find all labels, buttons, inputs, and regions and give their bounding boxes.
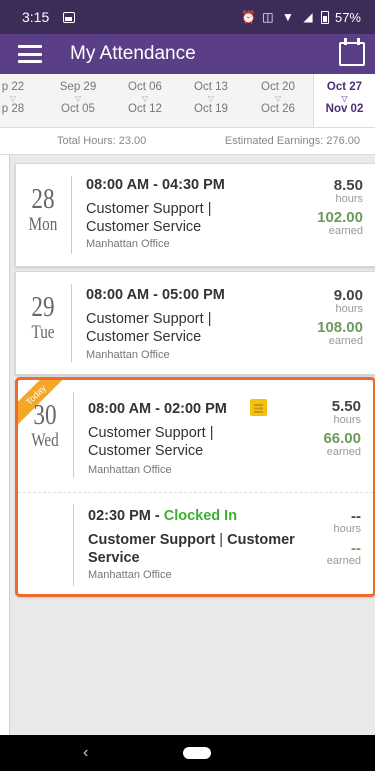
chevron-down-icon: ▽ [341, 94, 348, 103]
clocked-in-status: Clocked In [163, 508, 238, 524]
week-item[interactable]: Oct 06 ▽ Oct 12 [115, 81, 175, 116]
summary-bar: Total Hours: 23.00 Estimated Earnings: 2… [0, 129, 375, 155]
hours-label: hours [335, 303, 363, 315]
divider-line [73, 504, 74, 586]
home-icon[interactable] [183, 747, 211, 759]
earned-value: 102.00 [317, 209, 363, 226]
week-selector: p 22 ▽ p 28 Sep 29 ▽ Oct 05 Oct 06 ▽ Oct 12 Oc… [0, 74, 375, 128]
hours-value: 8.50 [333, 177, 363, 194]
office-name: Manhattan Office [86, 349, 170, 361]
chevron-down-icon: ▽ [207, 94, 215, 103]
day-card-today[interactable]: Today 30 Wed 08:00 AM - 02:00 PM Custome… [15, 377, 375, 597]
hours-label: hours [335, 193, 363, 205]
hours-label: hours [333, 523, 361, 535]
day-name: Tue [31, 322, 55, 343]
image-icon [63, 11, 76, 23]
office-name: Manhattan Office [86, 238, 170, 250]
week-item[interactable]: Oct 20 ▽ Oct 26 [248, 81, 308, 116]
estimated-earnings: Estimated Earnings: 276.00 [224, 135, 360, 147]
earned-value: 66.00 [323, 430, 361, 447]
status-time: 3:15 [22, 9, 50, 25]
job-title: Customer Support | Customer Service [86, 201, 212, 235]
alarm-icon: ⏰ [240, 10, 256, 24]
week-item[interactable]: Oct 13 ▽ Oct 19 [181, 81, 241, 116]
wifi-icon: ▼ [282, 10, 294, 24]
office-name: Manhattan Office [88, 569, 172, 581]
day-number: 29 [31, 291, 55, 323]
week-item[interactable]: p 22 ▽ p 28 [0, 81, 43, 116]
chevron-down-icon: ▽ [74, 94, 82, 103]
calendar-icon[interactable] [339, 38, 365, 66]
app-bar: My Attendance [0, 34, 375, 74]
day-name: Wed [31, 430, 59, 451]
divider-line [73, 392, 74, 478]
earned-label: earned [326, 446, 361, 458]
page-title: My Attendance [70, 43, 196, 64]
date-column: 30 Wed [18, 400, 72, 452]
day-card-29[interactable]: 29 Tue 08:00 AM - 05:00 PM Customer Supp… [15, 271, 375, 375]
day-name: Mon [28, 214, 58, 235]
job-title: Customer Support | Customer Service [88, 425, 214, 459]
earned-value: 108.00 [317, 319, 363, 336]
date-column: 28 Mon [16, 184, 70, 236]
system-nav-bar: ‹ [0, 735, 375, 771]
battery-icon [320, 10, 329, 24]
status-bar: 3:15 ⏰ ◫ ▼ ◢ 57% [0, 0, 375, 34]
signal-icon: ◢ [303, 10, 313, 24]
chevron-down-icon: ▽ [274, 94, 282, 103]
hours-value: 5.50 [331, 398, 361, 415]
battery-percent: 57% [334, 9, 361, 25]
attendance-list: 28 Mon 08:00 AM - 04:30 PM Customer Supp… [9, 155, 375, 735]
chevron-down-icon: ▽ [141, 94, 149, 103]
shift-time: 08:00 AM - 05:00 PM [86, 287, 225, 303]
note-icon[interactable] [250, 399, 267, 416]
hours-label: hours [333, 414, 361, 426]
job-title: Customer Support | Customer Service [88, 532, 295, 566]
shift-time-open: 02:30 PM - Clocked In [88, 508, 238, 524]
back-icon[interactable]: ‹ [83, 744, 88, 762]
earned-label: earned [328, 225, 363, 237]
chevron-down-icon: ▽ [9, 94, 17, 103]
week-item[interactable]: Sep 29 ▽ Oct 05 [48, 81, 108, 116]
earned-label: earned [328, 335, 363, 347]
vibrate-icon: ◫ [262, 10, 274, 24]
day-card-28[interactable]: 28 Mon 08:00 AM - 04:30 PM Customer Supp… [15, 163, 375, 267]
divider-line [71, 284, 72, 362]
status-icons: ⏰ ◫ ▼ ◢ 57% [241, 10, 361, 25]
shift-time: 08:00 AM - 02:00 PM [88, 401, 227, 417]
office-name: Manhattan Office [88, 464, 172, 476]
day-number: 28 [31, 183, 55, 215]
total-hours: Total Hours: 23.00 [57, 135, 147, 147]
job-title: Customer Support | Customer Service [86, 311, 212, 345]
shift-time: 08:00 AM - 04:30 PM [86, 177, 225, 193]
entry-divider [18, 492, 373, 493]
date-column: 29 Tue [16, 292, 70, 344]
hours-value: 9.00 [333, 287, 363, 304]
earned-label: earned [326, 555, 361, 567]
day-number: 30 [33, 399, 57, 431]
week-item-selected[interactable]: Oct 27 ▽ Nov 02 [313, 74, 375, 127]
menu-icon[interactable] [18, 45, 42, 63]
divider-line [71, 176, 72, 254]
